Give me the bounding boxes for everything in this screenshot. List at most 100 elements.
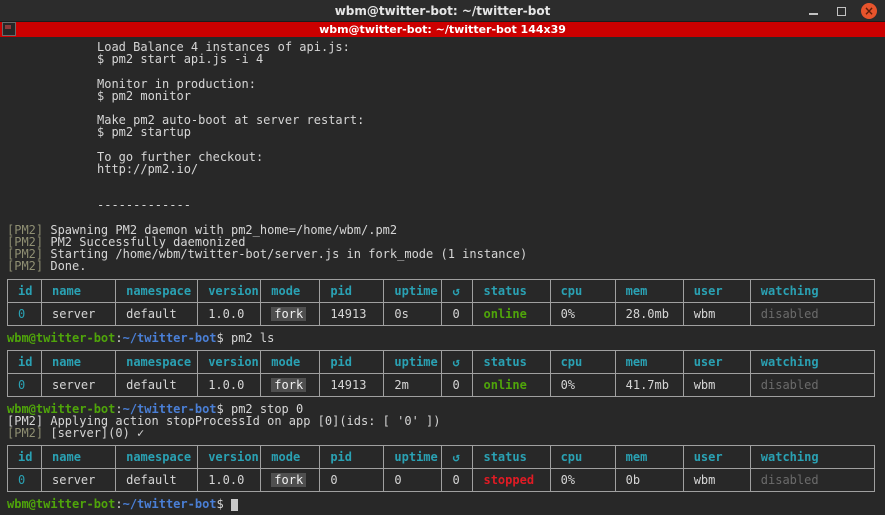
- log-text: Starting /home/wbm/twitter-bot/server.js…: [43, 247, 528, 262]
- col-header-cpu: cpu: [549, 445, 616, 470]
- titlebar[interactable]: wbm@twitter-bot: ~/twitter-bot ×: [0, 0, 885, 22]
- col-header-version: version: [197, 278, 262, 303]
- cell-pid: 14913: [319, 301, 385, 326]
- cell-uptime: 0s: [383, 301, 443, 326]
- pm2-boot-log: [PM2] Spawning PM2 daemon with pm2_home=…: [7, 224, 885, 273]
- log-line: [PM2] Done.: [7, 260, 885, 272]
- cell-namespace: default: [115, 301, 199, 326]
- col-header-restarts: ↺: [441, 445, 474, 470]
- terminal-line: Make pm2 auto-boot at server restart:: [97, 113, 365, 128]
- terminal-window: wbm@twitter-bot: ~/twitter-bot × wbm@twi…: [0, 0, 885, 515]
- col-header-namespace: namespace: [115, 445, 199, 470]
- pm2-tag: [PM2]: [7, 426, 44, 441]
- cell-restarts: 0: [441, 372, 474, 397]
- col-header-id: id: [6, 349, 43, 374]
- cursor-block: [230, 499, 238, 512]
- cell-mem: 28.0mb: [614, 301, 684, 326]
- terminal-line: http://pm2.io/: [97, 161, 199, 176]
- col-header-cpu: cpu: [549, 278, 616, 303]
- cell-version: 1.0.0: [197, 301, 262, 326]
- prompt-user-host: wbm@twitter-bot: [7, 497, 116, 512]
- cell-id: 0: [6, 372, 43, 397]
- pm2-tag: [PM2]: [7, 259, 44, 274]
- prompt-path: ~/twitter-bot: [122, 497, 217, 512]
- terminal-output[interactable]: Load Balance 4 instances of api.js: $ pm2…: [0, 37, 885, 515]
- prompt-separator: :: [115, 330, 123, 345]
- pm2-process-table: id name namespace version mode pid uptime ↺ stat…: [6, 445, 876, 493]
- col-header-user: user: [682, 349, 751, 374]
- cell-mem: 0b: [614, 468, 684, 493]
- cell-name: server: [41, 372, 117, 397]
- col-header-pid: pid: [319, 278, 385, 303]
- cell-mode: fork: [260, 301, 321, 326]
- cell-status: online: [472, 372, 551, 397]
- cell-mode: fork: [260, 468, 321, 493]
- cell-id: 0: [6, 468, 43, 493]
- col-header-restarts: ↺: [441, 278, 474, 303]
- log-line: [PM2] Starting /home/wbm/twitter-bot/ser…: [7, 248, 885, 260]
- col-header-version: version: [197, 445, 262, 470]
- pm2-process-table: id name namespace version mode pid uptime ↺ stat…: [6, 349, 876, 397]
- col-header-uptime: uptime: [383, 278, 443, 303]
- col-header-uptime: uptime: [383, 349, 443, 374]
- col-header-name: name: [41, 445, 117, 470]
- cell-user: wbm: [682, 301, 751, 326]
- cell-cpu: 0%: [549, 468, 616, 493]
- cell-cpu: 0%: [549, 372, 616, 397]
- col-header-watching: watching: [749, 445, 876, 470]
- cell-user: wbm: [682, 468, 751, 493]
- cell-pid: 0: [319, 468, 385, 493]
- col-header-mode: mode: [260, 445, 321, 470]
- terminal-line: To go further checkout:: [97, 149, 264, 164]
- cell-user: wbm: [682, 372, 751, 397]
- terminal-line: -------------: [97, 198, 191, 213]
- col-header-namespace: namespace: [115, 278, 199, 303]
- prompt-line: wbm@twitter-bot:~/twitter-bot$: [7, 497, 885, 512]
- col-header-namespace: namespace: [115, 349, 199, 374]
- minimize-icon: [808, 13, 818, 15]
- cell-id: 0: [6, 301, 43, 326]
- col-header-version: version: [197, 349, 262, 374]
- window-title: wbm@twitter-bot: ~/twitter-bot: [334, 3, 551, 18]
- cell-restarts: 0: [441, 301, 474, 326]
- close-button[interactable]: ×: [861, 3, 877, 19]
- cell-status: online: [472, 301, 551, 326]
- col-header-id: id: [6, 445, 43, 470]
- col-header-name: name: [41, 349, 117, 374]
- log-text: [server](0): [43, 426, 138, 441]
- col-header-status: status: [472, 445, 551, 470]
- col-header-name: name: [41, 278, 117, 303]
- col-header-pid: pid: [319, 445, 385, 470]
- col-header-user: user: [682, 278, 751, 303]
- col-header-mem: mem: [614, 278, 684, 303]
- cell-version: 1.0.0: [197, 372, 262, 397]
- prompt-path: ~/twitter-bot: [122, 330, 217, 345]
- cell-name: server: [41, 468, 117, 493]
- pm2-intro: Load Balance 4 instances of api.js: $ pm2…: [97, 41, 885, 224]
- mode-badge: fork: [271, 377, 307, 392]
- maximize-button[interactable]: [833, 3, 849, 19]
- col-header-mode: mode: [260, 349, 321, 374]
- prompt-separator: :: [115, 497, 123, 512]
- terminal-app-icon: [2, 22, 16, 36]
- inner-title: wbm@twitter-bot: ~/twitter-bot 144x39: [319, 23, 566, 36]
- cell-mem: 41.7mb: [614, 372, 684, 397]
- cell-watching: disabled: [749, 301, 876, 326]
- mode-badge: fork: [271, 473, 307, 488]
- col-header-status: status: [472, 349, 551, 374]
- cell-version: 1.0.0: [197, 468, 262, 493]
- col-header-pid: pid: [319, 349, 385, 374]
- log-line: [PM2] [server](0) ✓: [7, 427, 885, 439]
- minimize-button[interactable]: [805, 3, 821, 19]
- col-header-mem: mem: [614, 445, 684, 470]
- col-header-status: status: [472, 278, 551, 303]
- terminal-line: Monitor in production:: [97, 76, 256, 91]
- pm2-process-table: id name namespace version mode pid uptime ↺ stat…: [6, 278, 876, 326]
- terminal-line: $ pm2 startup: [97, 125, 191, 140]
- cell-namespace: default: [115, 372, 199, 397]
- col-header-user: user: [682, 445, 751, 470]
